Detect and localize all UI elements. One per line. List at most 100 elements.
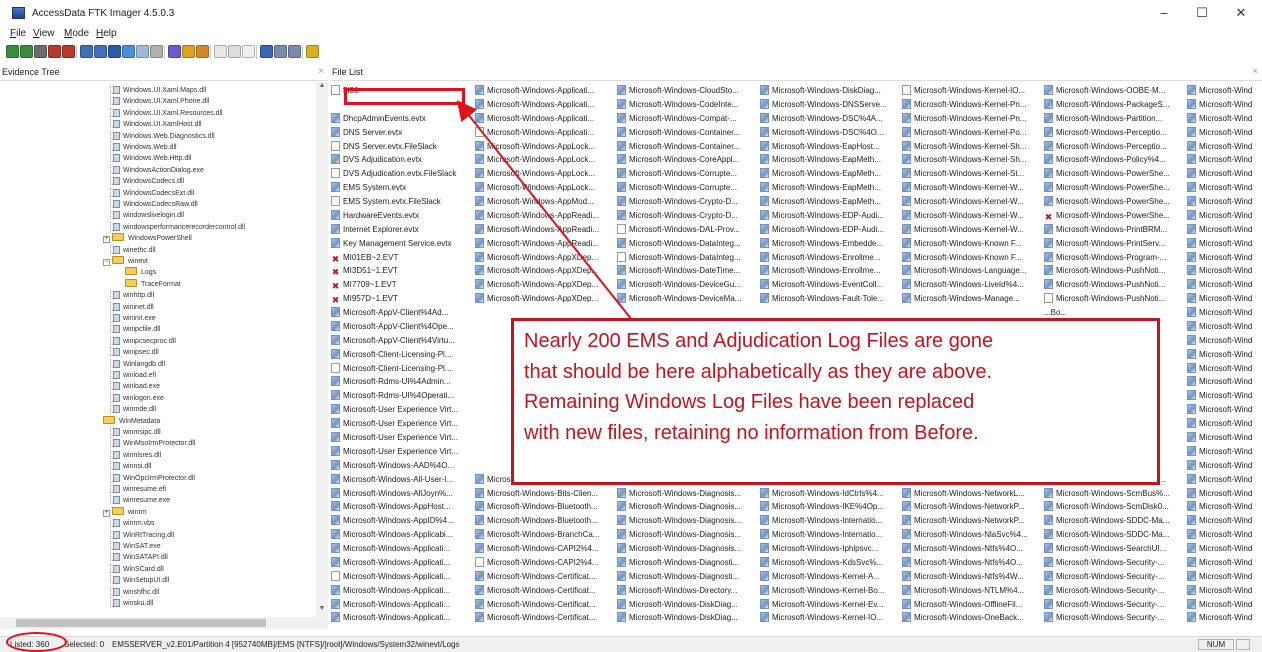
file-list-item[interactable]: Microsoft-Wind: [1187, 182, 1262, 194]
file-list-item[interactable]: Microsoft-Windows-SearchUI...: [1044, 543, 1184, 555]
file-list-item[interactable]: Microsoft-Windows-NetworkP...: [902, 501, 1042, 513]
text-view-icon[interactable]: [242, 45, 255, 58]
file-list-item[interactable]: Microsoft-Windows-PushNoti...: [1044, 279, 1184, 291]
file-list-item[interactable]: Microsoft-Wind: [1187, 154, 1262, 166]
evidence-tree[interactable]: Windows.UI.Xaml.Maps.dll Windows.UI.Xaml.…: [0, 82, 328, 629]
add-to-custom-content-icon[interactable]: [122, 45, 135, 58]
file-list-item[interactable]: Microsoft-Wind: [1187, 140, 1262, 153]
add-evidence-icon[interactable]: [6, 45, 19, 58]
hex-view-icon[interactable]: [228, 45, 241, 58]
file-list-item[interactable]: Microsoft-Windows-Known F...: [902, 251, 1042, 264]
file-list-item[interactable]: Microsoft-Windows-Perceptio...: [1044, 140, 1184, 153]
file-list-item[interactable]: Microsoft-Windows-Applicati...: [331, 598, 471, 611]
file-list-item[interactable]: Microsoft-Wind: [1187, 126, 1262, 139]
file-list-item[interactable]: Key Management Service.evtx: [331, 237, 471, 250]
file-list-item[interactable]: Microsoft-Windows-EapMeth...: [760, 154, 900, 166]
file-list-item[interactable]: Microsoft-Windows-PowerShe...: [1044, 182, 1184, 194]
file-list-item[interactable]: Microsoft-Windows-PackageS...: [1044, 98, 1184, 111]
view-file-icon[interactable]: [214, 45, 227, 58]
file-list-item[interactable]: Microsoft-Wind: [1187, 473, 1262, 486]
file-list-item[interactable]: Microsoft-Windows-Applicati...: [475, 126, 615, 139]
file-list-item[interactable]: Microsoft-Windows-Kernel-Pn...: [902, 112, 1042, 125]
file-list-item[interactable]: Microsoft-Windows-AppReadi...: [475, 223, 615, 236]
file-list-item[interactable]: Microsoft-Wind: [1187, 307, 1262, 319]
ascii-view-icon[interactable]: [274, 45, 287, 58]
tree-file-node[interactable]: winmsipc.dll: [110, 427, 161, 437]
file-list-item[interactable]: Microsoft-Windows-OOBE-M...: [1044, 85, 1184, 97]
tree-file-node[interactable]: WinSATAPI.dll: [110, 552, 168, 562]
file-list-item[interactable]: Microsoft-Wind: [1187, 223, 1262, 236]
file-list-item[interactable]: Microsoft-Wind: [1187, 348, 1262, 361]
file-list-item[interactable]: Microsoft-User Experience Virt...: [331, 445, 471, 458]
file-list-item[interactable]: Microsoft-Windows-Applicati...: [331, 543, 471, 555]
remove-all-evidence-icon[interactable]: [62, 45, 75, 58]
file-list-item[interactable]: Microsoft-Windows-Diagnosti...: [617, 556, 757, 569]
file-list-item[interactable]: Microsoft-Windows-Language...: [902, 265, 1042, 277]
file-list-item[interactable]: DNS Server.evtx.FileSlack: [331, 140, 471, 153]
file-list-item[interactable]: Microsoft-User Experience Virt...: [331, 404, 471, 416]
file-list-item[interactable]: Microsoft-Windows-AppXDep...: [475, 265, 615, 277]
file-list-item[interactable]: Microsoft-Windows-DSC%4A...: [760, 112, 900, 125]
tree-file-node[interactable]: winipcfile.dll: [110, 324, 160, 334]
file-list-item[interactable]: Microsoft-Windows-NetworkL...: [902, 487, 1042, 500]
file-list-item[interactable]: Microsoft-Windows-AppMod...: [475, 196, 615, 208]
file-list-item[interactable]: ✖ MI957D~1.EVT: [331, 293, 471, 306]
file-list-close-icon[interactable]: ×: [1252, 65, 1258, 79]
file-list-item[interactable]: Microsoft-Wind: [1187, 362, 1262, 375]
file-list-item[interactable]: Microsoft-Windows-Kernel-W...: [902, 196, 1042, 208]
file-list-item[interactable]: Microsoft-Wind: [1187, 515, 1262, 527]
tree-folder-node[interactable]: − winevt: [103, 256, 148, 266]
file-list-item[interactable]: Microsoft-Windows-Kernel-Po...: [902, 126, 1042, 139]
file-list-item[interactable]: Microsoft-Wind: [1187, 432, 1262, 444]
export-logical-image-icon[interactable]: [108, 45, 121, 58]
file-list-item[interactable]: Microsoft-Windows-PrintServ...: [1044, 237, 1184, 250]
file-list-item[interactable]: Microsoft-Windows-Diagnosis...: [617, 515, 757, 527]
file-list-item[interactable]: Microsoft-Windows-Applicati...: [331, 612, 471, 624]
file-list-item[interactable]: DVS Adjudication.evtx.FileSlack: [331, 168, 471, 180]
file-list-item[interactable]: Microsoft-Windows-CodeInte...: [617, 98, 757, 111]
file-list-item[interactable]: Microsoft-Windows-Kernel-Sh...: [902, 154, 1042, 166]
file-list-item[interactable]: Microsoft-Windows-AppID%4...: [331, 515, 471, 527]
file-list-item[interactable]: Microsoft-Wind: [1187, 612, 1262, 624]
collapse-icon[interactable]: −: [103, 259, 110, 266]
tree-file-node[interactable]: winload.efi: [110, 370, 156, 380]
help-icon[interactable]: [306, 45, 319, 58]
maximize-button[interactable]: ☐: [1187, 4, 1217, 22]
tree-file-node[interactable]: Winlangdb.dll: [110, 358, 165, 369]
file-list-item[interactable]: Microsoft-Windows-Kernel-St...: [902, 168, 1042, 180]
file-list-item[interactable]: Microsoft-Windows-DeviceGu...: [617, 279, 757, 291]
tree-file-node[interactable]: WinRtTracing.dll: [110, 529, 174, 540]
tree-file-node[interactable]: WinSetupUI.dll: [110, 575, 169, 585]
file-list-item[interactable]: Microsoft-Wind: [1187, 543, 1262, 555]
tree-file-node[interactable]: WindowsActionDialog.exe: [110, 164, 204, 175]
file-list-item[interactable]: Microsoft-Client-Licensing-Pl...: [331, 362, 471, 375]
file-list-item[interactable]: Microsoft-Wind: [1187, 376, 1262, 388]
file-list-item[interactable]: Microsoft-Windows-Kernel-A...: [760, 570, 900, 583]
file-list-item[interactable]: Microsoft-Windows-Applicati...: [331, 570, 471, 583]
file-list-item[interactable]: Microsoft-Windows-OneBack...: [902, 612, 1042, 624]
file-list-item[interactable]: Microsoft-Windows-Kernel-Sh...: [902, 140, 1042, 153]
file-list-item[interactable]: Microsoft-Windows-DNSServe...: [760, 98, 900, 111]
file-list-item[interactable]: Microsoft-Rdms-UI%4Admin...: [331, 376, 471, 388]
tree-horizontal-scrollbar[interactable]: [0, 617, 328, 629]
file-list-item[interactable]: Microsoft-Windows-CoreAppl...: [617, 154, 757, 166]
file-list-item[interactable]: Microsoft-Windows-CloudSto...: [617, 85, 757, 97]
tree-file-node[interactable]: Windows.UI.Xaml.Phone.dll: [110, 96, 209, 106]
file-list-item[interactable]: Microsoft-Windows-EapMeth...: [760, 168, 900, 180]
menu-view[interactable]: View: [33, 28, 55, 39]
file-list-item[interactable]: Microsoft-Windows-Ntfs%4W...: [902, 570, 1042, 583]
create-custom-content-icon[interactable]: [136, 45, 149, 58]
close-button[interactable]: ✕: [1226, 4, 1256, 22]
file-list-item[interactable]: ✖ MI7709~1.EVT: [331, 279, 471, 292]
file-list-item[interactable]: ✖ Microsoft-Windows-PowerShe...: [1044, 210, 1184, 222]
file-list-item[interactable]: Microsoft-Windows-Applicati...: [331, 584, 471, 597]
file-list-item[interactable]: Microsoft-Windows-Container...: [617, 126, 757, 139]
tree-vertical-scrollbar[interactable]: ▲ ▼: [316, 82, 328, 617]
tree-file-node[interactable]: winhttp.dll: [110, 290, 154, 300]
file-list-item[interactable]: Microsoft-Windows-Certificat...: [475, 584, 615, 597]
tree-file-node[interactable]: winresume.efi: [110, 484, 166, 494]
file-list-item[interactable]: Microsoft-Windows-Crypto-D...: [617, 196, 757, 208]
file-list-item[interactable]: Microsoft-Windows-Diagnosis...: [617, 487, 757, 500]
file-list-item[interactable]: Microsoft-Windows-Diagnosis...: [617, 543, 757, 555]
file-list-item[interactable]: Microsoft-Wind: [1187, 293, 1262, 305]
